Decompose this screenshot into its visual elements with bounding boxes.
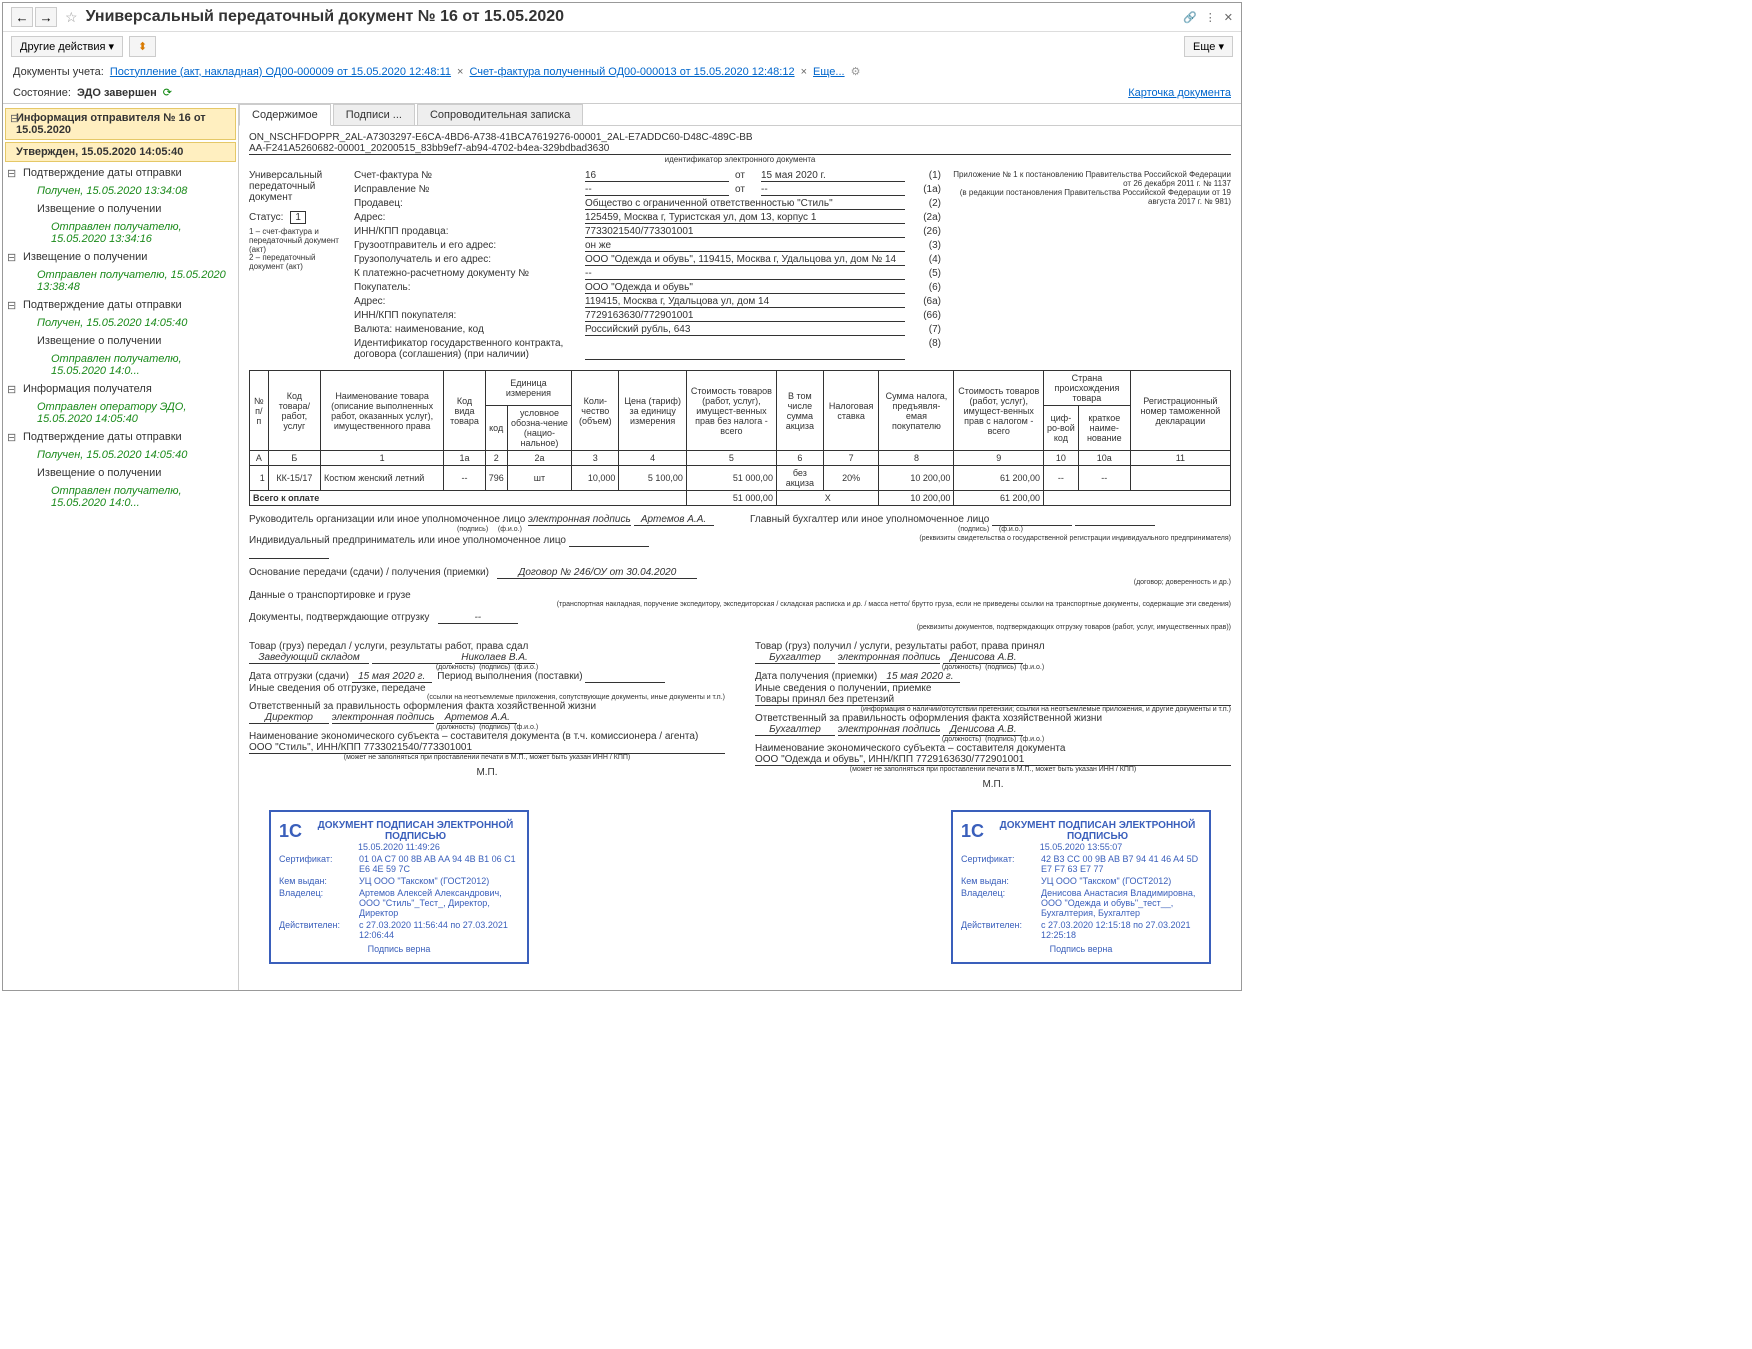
sidebar-item[interactable]: ⊟Подтверждение даты отправки xyxy=(3,428,238,446)
nav-back-button[interactable]: ← xyxy=(11,7,33,27)
sidebar: ⊟ Информация отправителя № 16 от 15.05.2… xyxy=(3,104,239,990)
document-body: ON_NSCHFDOPPR_2AL-A7303297-E6CA-4BD6-A73… xyxy=(239,126,1241,990)
refresh-icon[interactable]: ⟳ xyxy=(163,86,172,99)
collapse-icon[interactable]: ⊟ xyxy=(7,167,16,180)
doc-id-caption: идентификатор электронного документа xyxy=(249,155,1231,164)
doc-id-1: ON_NSCHFDOPPR_2AL-A7303297-E6CA-4BD6-A73… xyxy=(249,132,1231,143)
right-block: Товар (груз) получил / услуги, результат… xyxy=(755,641,1231,790)
sidebar-item[interactable]: ⊟Подтверждение даты отправки xyxy=(3,164,238,182)
sidebar-item[interactable]: Извещение о получении xyxy=(3,464,238,482)
tab-note[interactable]: Сопроводительная записка xyxy=(417,104,583,125)
doc-status-note: 1 – счет-фактура и передаточный документ… xyxy=(249,228,344,272)
sidebar-item[interactable]: Отправлен получателю, 15.05.2020 14:0... xyxy=(3,482,238,512)
sidebar-item[interactable]: Получен, 15.05.2020 14:05:40 xyxy=(3,314,238,332)
tabs: Содержимое Подписи ... Сопроводительная … xyxy=(239,104,1241,126)
doc-link-more[interactable]: Еще... xyxy=(813,66,845,78)
collapse-icon[interactable]: ⊟ xyxy=(7,431,16,444)
tab-content[interactable]: Содержимое xyxy=(239,104,331,126)
sidebar-item[interactable]: Отправлен оператору ЭДО, 15.05.2020 14:0… xyxy=(3,398,238,428)
signature-stamp-left: 1C ДОКУМЕНТ ПОДПИСАН ЭЛЕКТРОННОЙ ПОДПИСЬ… xyxy=(269,810,529,964)
sidebar-item[interactable]: Получен, 15.05.2020 13:34:08 xyxy=(3,182,238,200)
accountant-label: Главный бухгалтер или иное уполномоченно… xyxy=(750,514,989,525)
ip-label: Индивидуальный предприниматель или иное … xyxy=(249,535,566,546)
sidebar-item[interactable]: Получен, 15.05.2020 14:05:40 xyxy=(3,446,238,464)
shipdocs-label: Документы, подтверждающие отгрузку xyxy=(249,612,429,623)
items-table: № п/п Код товара/ работ, услуг Наименова… xyxy=(249,370,1231,506)
doc-status-label: Статус: xyxy=(249,212,283,223)
remove-link-1[interactable]: × xyxy=(457,66,463,78)
1c-logo-icon: 1C xyxy=(961,821,984,842)
table-row: 1 КК-15/17 Костюм женский летний -- 796 … xyxy=(250,466,1231,491)
sidebar-item[interactable]: Отправлен получателю, 15.05.2020 13:34:1… xyxy=(3,218,238,248)
tree-icon-button[interactable]: ⬍ xyxy=(129,36,156,57)
document-links: Документы учета: Поступление (акт, накла… xyxy=(3,61,1241,82)
window-title: Универсальный передаточный документ № 16… xyxy=(86,8,1184,26)
sidebar-root[interactable]: ⊟ Информация отправителя № 16 от 15.05.2… xyxy=(5,108,236,140)
status-label: Состояние: xyxy=(13,87,71,99)
more-button[interactable]: Еще ▾ xyxy=(1184,36,1233,57)
status-value: ЭДО завершен xyxy=(77,87,157,99)
sidebar-item[interactable]: Отправлен получателю, 15.05.2020 14:0... xyxy=(3,350,238,380)
collapse-icon[interactable]: ⊟ xyxy=(7,251,16,264)
gear-icon[interactable]: ⚙ xyxy=(851,65,861,78)
sidebar-item[interactable]: ⊟Подтверждение даты отправки xyxy=(3,296,238,314)
head-label: Руководитель организации или иное уполно… xyxy=(249,514,525,525)
menu-icon[interactable]: ⋮ xyxy=(1205,11,1216,24)
signature-stamp-right: 1C ДОКУМЕНТ ПОДПИСАН ЭЛЕКТРОННОЙ ПОДПИСЬ… xyxy=(951,810,1211,964)
sidebar-item[interactable]: ⊟Информация получателя xyxy=(3,380,238,398)
1c-logo-icon: 1C xyxy=(279,821,302,842)
document-card-link[interactable]: Карточка документа xyxy=(1128,87,1231,99)
transport-label: Данные о транспортировке и грузе xyxy=(249,590,411,601)
doc-id-2: AA-F241A5260682-00001_20200515_83bb9ef7-… xyxy=(249,143,1231,155)
doc-status-value: 1 xyxy=(290,211,306,224)
sidebar-item[interactable]: Отправлен получателю, 15.05.2020 13:38:4… xyxy=(3,266,238,296)
sidebar-item[interactable]: Извещение о получении xyxy=(3,332,238,350)
doclinks-label: Документы учета: xyxy=(13,66,104,78)
left-block: Товар (груз) передал / услуги, результат… xyxy=(249,641,725,790)
sidebar-item[interactable]: Извещение о получении xyxy=(3,200,238,218)
collapse-icon[interactable]: ⊟ xyxy=(10,112,19,125)
collapse-icon[interactable]: ⊟ xyxy=(7,299,16,312)
doc-link-1[interactable]: Поступление (акт, накладная) ОД00-000009… xyxy=(110,66,451,78)
other-actions-button[interactable]: Другие действия ▾ xyxy=(11,36,123,57)
doc-type: Универсальный передаточный документ xyxy=(249,170,344,203)
star-icon[interactable]: ☆ xyxy=(65,9,78,26)
close-icon[interactable]: ✕ xyxy=(1224,11,1233,24)
appendix-note: Приложение № 1 к постановлению Правитель… xyxy=(951,170,1231,362)
link-icon[interactable]: 🔗 xyxy=(1183,11,1197,24)
remove-link-2[interactable]: × xyxy=(801,66,807,78)
basis-label: Основание передачи (сдачи) / получения (… xyxy=(249,567,489,578)
collapse-icon[interactable]: ⊟ xyxy=(7,383,16,396)
tab-signatures[interactable]: Подписи ... xyxy=(333,104,415,125)
sidebar-root-status: Утвержден, 15.05.2020 14:05:40 xyxy=(5,142,236,162)
toolbar: Другие действия ▾ ⬍ Еще ▾ xyxy=(3,32,1241,61)
table-total-row: Всего к оплате 51 000,00 X 10 200,00 61 … xyxy=(250,491,1231,506)
sidebar-item[interactable]: ⊟Извещение о получении xyxy=(3,248,238,266)
titlebar: ← → ☆ Универсальный передаточный докумен… xyxy=(3,3,1241,32)
doc-link-2[interactable]: Счет-фактура полученный ОД00-000013 от 1… xyxy=(469,66,794,78)
nav-forward-button[interactable]: → xyxy=(35,7,57,27)
